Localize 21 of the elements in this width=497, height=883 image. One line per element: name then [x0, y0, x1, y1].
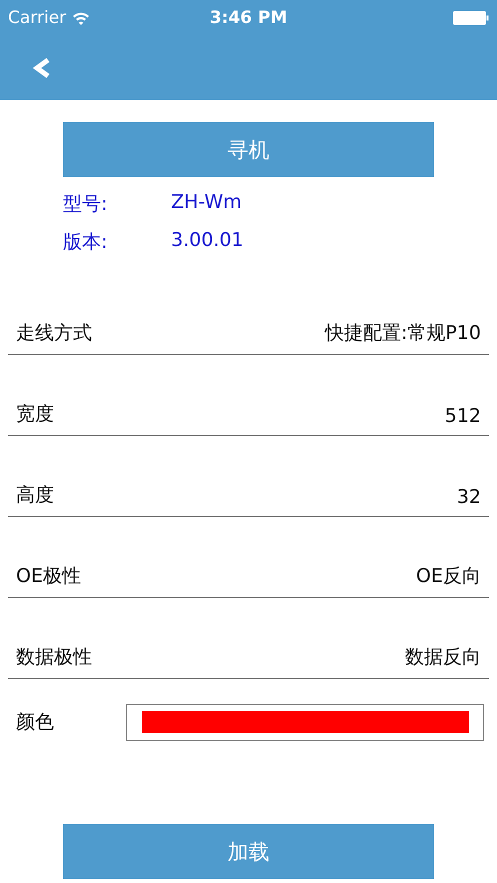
setting-value[interactable]: 快捷配置:常规P10 — [324, 320, 481, 346]
setting-value[interactable]: 数据反向 — [405, 644, 481, 670]
setting-label: 颜色 — [16, 710, 54, 735]
battery-icon — [453, 10, 489, 24]
carrier-label: Carrier — [8, 8, 66, 28]
setting-label: 宽度 — [16, 402, 54, 427]
back-icon — [32, 58, 50, 78]
setting-label: 高度 — [16, 483, 54, 508]
color-picker[interactable] — [126, 704, 484, 740]
setting-value[interactable]: 32 — [456, 486, 481, 508]
info-value: ZH-Wm — [171, 191, 242, 215]
setting-label: OE极性 — [16, 564, 81, 589]
clock-time: 3:46 PM — [210, 8, 288, 28]
wifi-icon — [72, 10, 90, 24]
setting-value[interactable]: 512 — [444, 405, 481, 427]
info-label: 版本: — [63, 230, 108, 255]
setting-label: 数据极性 — [16, 645, 92, 670]
setting-label: 走线方式 — [16, 321, 92, 346]
setting-value[interactable]: OE反向 — [416, 563, 481, 589]
info-value: 3.00.01 — [171, 229, 244, 253]
info-label: 型号: — [63, 192, 108, 217]
